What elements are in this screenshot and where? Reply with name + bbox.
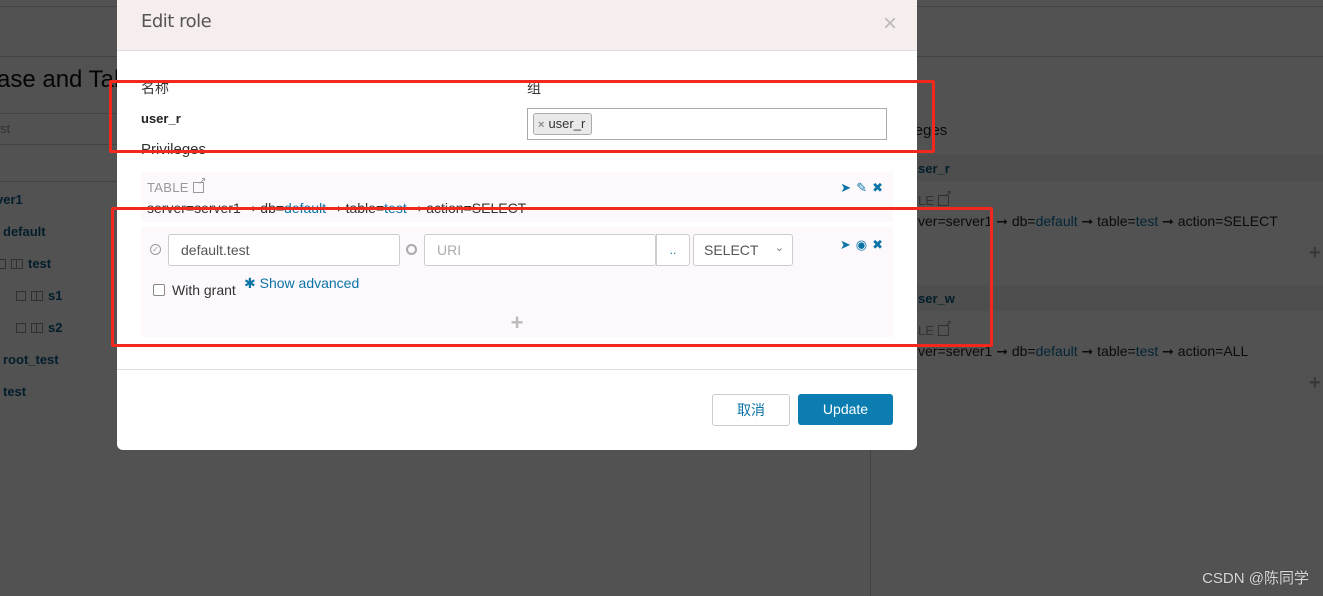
send-icon[interactable]: ➤ [840, 180, 851, 196]
delete-icon[interactable]: ✖ [872, 180, 883, 196]
edit-icon[interactable]: ✎ [856, 180, 867, 196]
close-icon[interactable]: × [883, 12, 897, 36]
privilege-type: TABLE [147, 176, 207, 195]
modal-header: Edit role × [117, 0, 917, 51]
annotation-box [109, 80, 935, 153]
cancel-button[interactable]: 取消 [712, 394, 790, 426]
privilege-type-label: TABLE [147, 180, 189, 195]
annotation-box [111, 207, 993, 347]
footer-divider [117, 369, 917, 370]
update-button[interactable]: Update [798, 394, 893, 425]
row-actions: ➤ ✎ ✖ [835, 180, 883, 196]
watermark: CSDN @陈同学 [1202, 570, 1309, 587]
external-link-icon[interactable] [192, 176, 207, 193]
modal-title: Edit role [141, 11, 212, 32]
